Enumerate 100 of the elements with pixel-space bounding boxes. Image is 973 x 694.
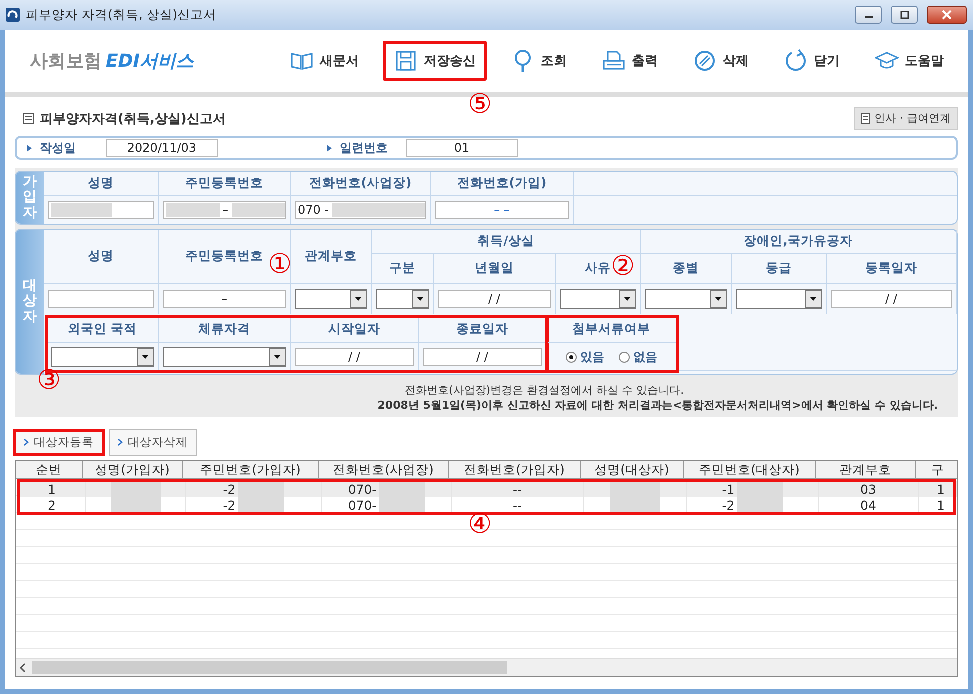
dropdown[interactable] <box>645 289 727 309</box>
input-field[interactable]: 01 <box>406 139 518 157</box>
table-cell: -2 <box>223 482 236 496</box>
dropdown[interactable] <box>51 347 154 367</box>
note-text: 2008년 5월1일(목)이후 신고하신 자료에 대한 처리결과는<통합전자문서처리내역>에서 확인하실 수 있습니다. <box>378 398 938 413</box>
input-field[interactable] <box>48 201 154 219</box>
refresh-icon <box>784 49 808 73</box>
column-header: 종료일자 <box>456 321 508 338</box>
minimize-button[interactable] <box>855 6 882 24</box>
section-label: 가입자 <box>23 174 37 222</box>
logo-text: 사회보험 <box>30 50 102 73</box>
input-field[interactable]: / / <box>295 348 414 366</box>
logo-text: EDI서비스 <box>106 50 194 73</box>
printer-icon <box>602 49 626 73</box>
dropdown[interactable] <box>560 289 636 309</box>
redaction-block <box>51 203 112 217</box>
table-cell: 03 <box>860 482 876 496</box>
prohibited-icon <box>693 49 717 73</box>
scrollbar-thumb[interactable] <box>32 661 507 674</box>
column-header: 순번 <box>36 462 62 477</box>
input-field[interactable] <box>48 290 154 308</box>
redaction-block <box>166 203 220 217</box>
input-field[interactable]: / / <box>423 348 542 366</box>
column-header: 성명(대상자) <box>594 462 670 477</box>
field-label: 작성일 <box>40 140 77 156</box>
table-cell: -2 <box>223 498 236 512</box>
column-header: 전화번호(가입자) <box>464 462 565 477</box>
table-cell: -- <box>512 482 522 496</box>
input-field[interactable]: 070 - <box>295 201 426 219</box>
column-header: 종별 <box>673 260 699 277</box>
column-header: 등급 <box>766 260 792 277</box>
chevron-icon <box>24 439 29 446</box>
table-row[interactable]: 1 -2 070- -- -1 03 1 <box>19 481 957 497</box>
column-header: 주민번호(가입자) <box>200 462 301 477</box>
callout-number: ② <box>611 252 636 282</box>
input-field[interactable]: / / <box>831 290 952 308</box>
column-header: 외국인 국적 <box>68 321 138 338</box>
table-cell: -- <box>512 498 522 512</box>
form-icon <box>23 113 34 124</box>
toolbar-button[interactable]: 조회 <box>500 41 578 81</box>
note-text: 전화번호(사업장)변경은 환경설정에서 하실 수 있습니다. <box>405 383 686 398</box>
close-button[interactable] <box>927 6 967 24</box>
column-header: 구분 <box>390 260 416 277</box>
toolbar-button[interactable]: 새문서 <box>279 41 370 81</box>
column-group-header: 취득/상실 <box>478 233 534 250</box>
scrollbar[interactable] <box>16 658 957 676</box>
save-icon <box>394 49 418 73</box>
callout-number: ③ <box>37 366 62 396</box>
table-cell: 1 <box>48 482 56 496</box>
callout-number: ⑤ <box>468 90 492 120</box>
input-field[interactable]: – <box>163 290 286 308</box>
toolbar-button[interactable]: 도움말 <box>864 41 955 81</box>
table-cell: 070- <box>348 498 377 512</box>
column-header: 주민등록번호 <box>186 175 264 192</box>
toolbar-button[interactable]: 닫기 <box>773 41 851 81</box>
column-header: 체류자격 <box>198 321 250 338</box>
column-header: 사유 <box>585 260 611 277</box>
toolbar-button[interactable]: 삭제 <box>682 41 760 81</box>
input-field[interactable]: – <box>163 201 286 219</box>
document-icon <box>860 112 872 124</box>
maximize-icon <box>900 11 910 19</box>
table-cell: 04 <box>860 498 876 512</box>
column-header: 성명 <box>88 175 114 192</box>
column-header: 주민등록번호 <box>186 248 264 265</box>
section-label: 대상자 <box>23 278 37 326</box>
dropdown[interactable] <box>736 289 822 309</box>
toolbar-button[interactable]: 출력 <box>591 41 669 81</box>
callout-number: ① <box>268 250 292 280</box>
column-header: 시작일자 <box>328 321 380 338</box>
column-header: 등록일자 <box>866 260 918 277</box>
close-icon <box>942 10 952 20</box>
field-label: 일련번호 <box>340 140 389 156</box>
column-header: 전화번호(가입) <box>457 175 547 192</box>
column-header: 성명 <box>88 248 114 265</box>
column-group-header: 장애인,국가유공자 <box>744 233 853 250</box>
column-header: 성명(가입자) <box>95 462 170 477</box>
action-button[interactable]: 대상자등록 <box>13 429 105 456</box>
callout-number: ④ <box>468 510 492 540</box>
dropdown[interactable] <box>163 347 286 367</box>
action-button[interactable]: 대상자삭제 <box>109 429 197 456</box>
column-header: 첨부서류여부 <box>572 321 650 338</box>
bullet-icon <box>27 144 32 152</box>
chevron-icon <box>118 439 123 446</box>
column-header: 관계부호 <box>305 248 357 265</box>
app-icon <box>6 8 20 22</box>
input-field[interactable]: 2020/11/03 <box>106 139 218 157</box>
maximize-button[interactable] <box>891 6 918 24</box>
radio-button[interactable]: 없음 <box>618 348 658 366</box>
toolbar-button[interactable]: 저장송신 <box>383 41 487 81</box>
form-title: 피부양자자격(취득,상실)신고서 <box>40 110 226 128</box>
input-field[interactable]: – – <box>435 201 569 219</box>
radio-button[interactable]: 있음 <box>566 348 604 366</box>
input-field[interactable]: / / <box>438 290 551 308</box>
table-cell: 1 <box>937 482 945 496</box>
dropdown[interactable] <box>295 289 367 309</box>
dropdown[interactable] <box>376 289 429 309</box>
column-header: 구 <box>932 462 944 477</box>
link-button[interactable]: 인사 · 급여연계 <box>854 107 958 130</box>
table-cell: -1 <box>722 482 735 496</box>
table-cell: 1 <box>937 498 945 512</box>
